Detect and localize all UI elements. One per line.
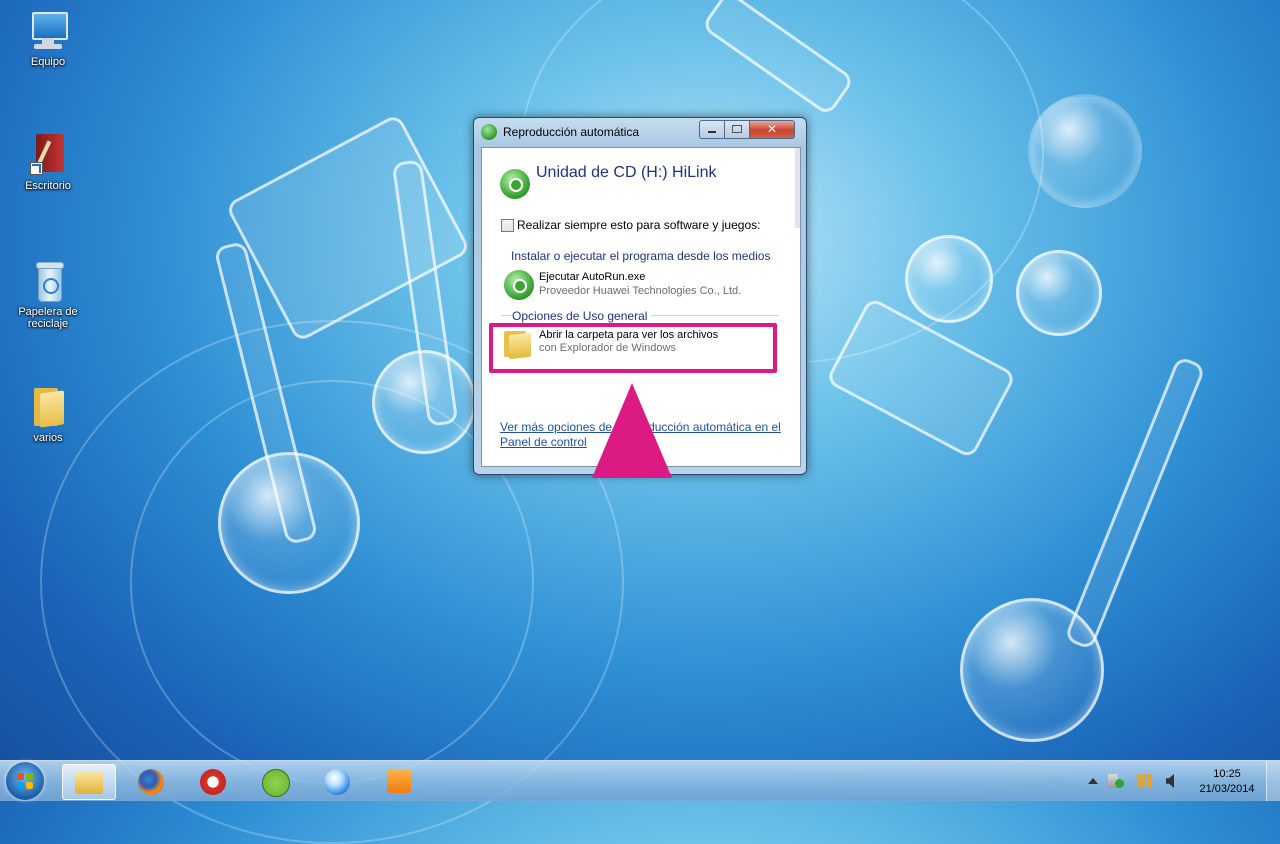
autoplay-icon bbox=[481, 124, 497, 140]
close-button[interactable]: ✕ bbox=[749, 120, 795, 139]
desktop-icon-papelera[interactable]: Papelera de reciclaje bbox=[8, 260, 88, 330]
desktop-icon-varios[interactable]: varios bbox=[8, 386, 88, 444]
explorer-icon bbox=[75, 772, 103, 794]
clock-time: 10:25 bbox=[1213, 768, 1241, 780]
run-autorun-option[interactable]: Ejecutar AutoRun.exe Proveedor Huawei Te… bbox=[498, 266, 784, 304]
dialog-titlebar[interactable]: Reproducción automática ✕ bbox=[474, 118, 806, 146]
dialog-title: Reproducción automática bbox=[503, 125, 640, 139]
scrollbar[interactable] bbox=[795, 148, 800, 228]
always-do-this-checkbox[interactable] bbox=[501, 219, 514, 232]
action-center-icon[interactable] bbox=[1115, 779, 1124, 788]
desktop-icon-label: Escritorio bbox=[25, 180, 71, 192]
desktop-icon-label: varios bbox=[33, 432, 63, 444]
spotify-icon bbox=[262, 769, 290, 797]
volume-icon[interactable] bbox=[1166, 774, 1174, 788]
desktop-icon-label: Equipo bbox=[30, 56, 66, 68]
run-autorun-title: Ejecutar AutoRun.exe bbox=[539, 271, 646, 283]
desktop-icon-label: Papelera de reciclaje bbox=[18, 306, 78, 330]
cd-drive-icon bbox=[500, 169, 530, 199]
maximize-button[interactable] bbox=[724, 120, 750, 139]
folder-icon bbox=[28, 386, 68, 428]
taskbar-itunes[interactable] bbox=[310, 764, 362, 798]
taskbar-spotify[interactable] bbox=[248, 764, 300, 798]
desktop-icon-equipo[interactable]: Equipo bbox=[8, 10, 88, 68]
minimize-button[interactable] bbox=[699, 120, 725, 139]
highlight-box bbox=[489, 323, 777, 373]
taskbar-media-player[interactable] bbox=[372, 764, 424, 798]
autorun-icon bbox=[504, 270, 534, 300]
book-shortcut-icon bbox=[28, 134, 68, 176]
start-button[interactable] bbox=[6, 762, 44, 800]
close-icon: ✕ bbox=[766, 122, 778, 136]
run-autorun-publisher: Proveedor Huawei Technologies Co., Ltd. bbox=[539, 285, 742, 297]
section-general-heading: Opciones de Uso general bbox=[512, 309, 652, 323]
recycle-bin-icon bbox=[28, 260, 68, 302]
clock-date: 21/03/2014 bbox=[1199, 783, 1255, 795]
firefox-icon bbox=[138, 769, 164, 795]
always-do-this-label[interactable]: Realizar siempre esto para software y ju… bbox=[517, 218, 760, 232]
ccleaner-icon bbox=[200, 769, 226, 795]
taskbar-ccleaner[interactable] bbox=[186, 764, 238, 798]
taskbar-firefox[interactable] bbox=[124, 764, 176, 798]
show-desktop-button[interactable] bbox=[1266, 761, 1280, 801]
show-hidden-icons-icon[interactable] bbox=[1088, 778, 1098, 784]
itunes-icon bbox=[324, 769, 350, 795]
section-install-heading: Instalar o ejecutar el programa desde lo… bbox=[511, 249, 771, 263]
drive-heading: Unidad de CD (H:) HiLink bbox=[536, 164, 717, 181]
media-player-icon bbox=[387, 769, 411, 793]
network-signal-icon[interactable] bbox=[1138, 774, 1152, 788]
computer-icon bbox=[28, 10, 68, 52]
desktop-icon-escritorio[interactable]: Escritorio bbox=[8, 134, 88, 192]
taskbar-explorer[interactable] bbox=[62, 764, 116, 800]
pointer-arrow bbox=[592, 383, 672, 478]
taskbar: 10:25 21/03/2014 bbox=[0, 760, 1280, 801]
clock[interactable]: 10:25 21/03/2014 bbox=[1196, 767, 1258, 797]
